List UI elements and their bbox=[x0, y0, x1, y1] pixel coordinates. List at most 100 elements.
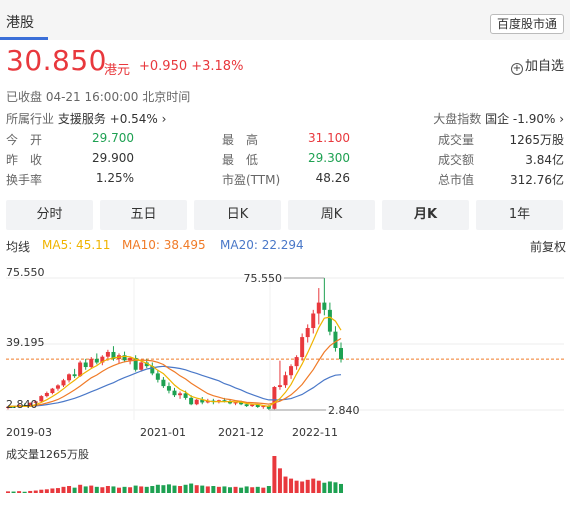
volume-bar bbox=[211, 486, 216, 493]
volume-bar bbox=[133, 485, 138, 493]
volume-label: 成交量 bbox=[438, 133, 475, 147]
x-axis-label: 2019-03 bbox=[6, 426, 52, 439]
index-label: 大盘指数 bbox=[433, 112, 482, 126]
candle-body bbox=[89, 358, 94, 368]
open-label: 今 开 bbox=[6, 133, 43, 147]
tab-monthly-k[interactable]: 月K bbox=[382, 200, 469, 230]
candle-body bbox=[183, 393, 188, 398]
volume-bar bbox=[6, 491, 10, 493]
market-cap-value: 312.76亿 bbox=[510, 173, 564, 187]
candle-body bbox=[283, 375, 288, 386]
volume-bar bbox=[183, 484, 188, 493]
adjust-mode-button[interactable]: 前复权 bbox=[530, 238, 566, 255]
turnover-label: 换手率 bbox=[6, 173, 43, 187]
candle-body bbox=[244, 404, 249, 407]
kline-chart[interactable]: 75.550 39.195 2.840 75.550 2.840 2019-03 2021-… bbox=[0, 258, 570, 505]
candle-body bbox=[333, 331, 338, 348]
current-price: 30.850 bbox=[6, 44, 107, 77]
candle-body bbox=[250, 404, 255, 407]
price-change: +0.950 +3.18% bbox=[139, 59, 244, 74]
open-value: 29.700 bbox=[92, 131, 134, 145]
industry-link[interactable]: 所属行业 支援服务 +0.54% › bbox=[6, 110, 166, 127]
candle-body bbox=[189, 397, 194, 405]
candle-body bbox=[272, 387, 277, 409]
candle-body bbox=[294, 357, 299, 367]
x-axis-label: 2021-01 bbox=[140, 426, 186, 439]
volume-bar bbox=[216, 486, 221, 493]
candle-body bbox=[50, 388, 55, 394]
tab-intraday[interactable]: 分时 bbox=[6, 200, 93, 230]
volume-bar bbox=[172, 485, 177, 493]
candle-body bbox=[128, 357, 133, 361]
volume-bar bbox=[311, 478, 316, 493]
market-tab-hk[interactable]: 港股 bbox=[6, 12, 34, 32]
volume-bar bbox=[178, 486, 183, 493]
tab-five-day[interactable]: 五日 bbox=[100, 200, 187, 230]
active-tab-underline bbox=[0, 37, 48, 40]
tab-weekly-k[interactable]: 周K bbox=[288, 200, 375, 230]
candle-body bbox=[155, 373, 160, 380]
volume-bar bbox=[83, 486, 88, 493]
industry-value: 支援服务 +0.54% › bbox=[57, 112, 167, 126]
volume-bar bbox=[28, 490, 33, 493]
volume-bar bbox=[189, 483, 194, 493]
candle-body bbox=[277, 385, 282, 388]
volume-bar bbox=[316, 480, 321, 493]
y-axis-label: 39.195 bbox=[6, 336, 45, 349]
tab-daily-k[interactable]: 日K bbox=[194, 200, 281, 230]
candle-body bbox=[300, 337, 305, 358]
volume-bar bbox=[39, 489, 44, 493]
ma-legend: 均线 MA5: 45.11 MA10: 38.495 MA20: 22.294 … bbox=[6, 238, 566, 254]
candle-body bbox=[339, 347, 343, 360]
volume-bar bbox=[261, 487, 266, 493]
index-value: 国企 -1.90% › bbox=[485, 112, 564, 126]
candle-body bbox=[289, 366, 294, 376]
volume-bar bbox=[33, 490, 38, 493]
volume-bar bbox=[17, 491, 22, 493]
index-link[interactable]: 大盘指数 国企 -1.90% › bbox=[433, 110, 564, 127]
volume-bar bbox=[239, 487, 244, 493]
max-marker-label: 75.550 bbox=[244, 272, 283, 285]
turnover-value: 1.25% bbox=[95, 171, 134, 185]
volume-bar bbox=[322, 482, 327, 493]
volume-bar bbox=[144, 486, 149, 493]
pe-value: 48.26 bbox=[315, 171, 350, 185]
stats-row: 换手率 1.25% 市盈(TTM) 48.26 总市值 312.76亿 bbox=[0, 171, 570, 191]
candle-body bbox=[161, 379, 166, 387]
volume-bar bbox=[67, 486, 72, 493]
market-status: 已收盘 04-21 16:00:00 北京时间 bbox=[6, 90, 191, 104]
candle-body bbox=[166, 386, 171, 391]
ma-label: 均线 bbox=[6, 240, 31, 254]
volume-bar bbox=[94, 486, 99, 493]
volume-bar bbox=[155, 484, 160, 493]
amount-value: 3.84亿 bbox=[525, 153, 564, 167]
volume-bar bbox=[327, 481, 332, 493]
volume-bar bbox=[61, 486, 66, 493]
volume-bar bbox=[111, 486, 116, 493]
volume-bar bbox=[205, 486, 210, 493]
volume-bar bbox=[294, 480, 299, 493]
volume-bar bbox=[139, 486, 144, 493]
volume-bar bbox=[78, 484, 83, 493]
volume-bar bbox=[289, 478, 294, 493]
candle-body bbox=[94, 358, 99, 363]
volume-bar bbox=[272, 456, 277, 493]
tab-one-year[interactable]: 1年 bbox=[476, 200, 563, 230]
high-label: 最 高 bbox=[222, 133, 259, 147]
candle-body bbox=[72, 374, 77, 377]
candle-body bbox=[39, 396, 44, 402]
volume-bar bbox=[194, 485, 199, 493]
volume-bar bbox=[44, 489, 49, 493]
candle-body bbox=[105, 351, 110, 357]
add-watchlist-label: 加自选 bbox=[524, 59, 564, 74]
candle-body bbox=[233, 402, 238, 404]
app-badge[interactable]: 百度股市通 bbox=[489, 14, 564, 34]
add-watchlist-button[interactable]: + 加自选 bbox=[510, 55, 564, 75]
volume-bar bbox=[22, 491, 27, 493]
volume-bar bbox=[200, 485, 205, 493]
volume-label: 成交量1265万股 bbox=[6, 447, 89, 461]
candle-body bbox=[139, 362, 144, 370]
period-tabs: 分时 五日 日K 周K 月K 1年 bbox=[6, 200, 566, 230]
high-value: 31.100 bbox=[308, 131, 350, 145]
volume-bar bbox=[222, 486, 227, 493]
